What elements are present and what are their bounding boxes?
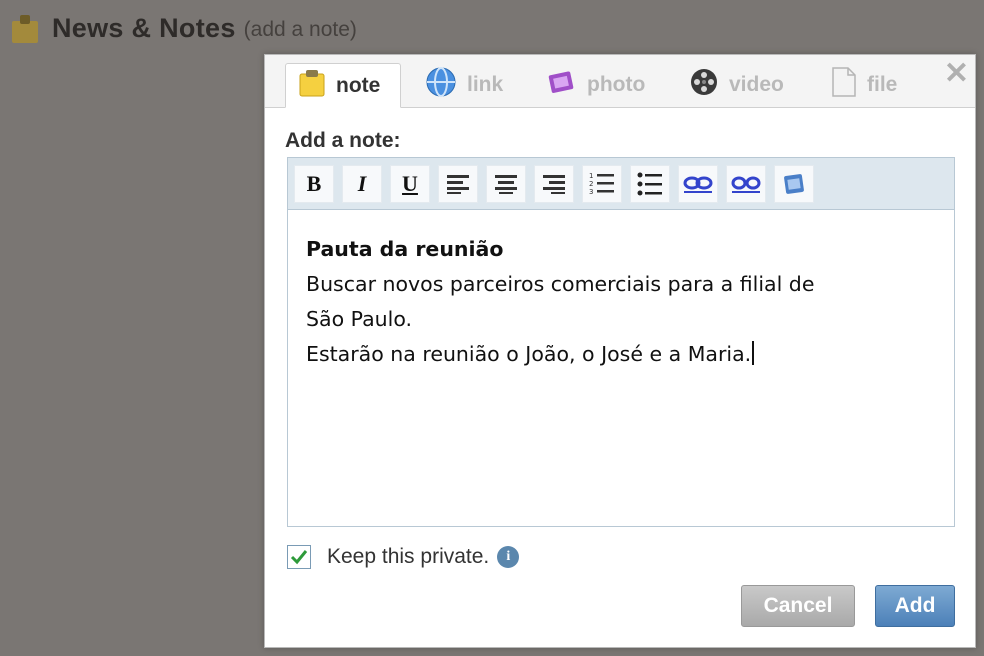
align-left-button[interactable] — [438, 164, 478, 203]
tab-link[interactable]: link — [425, 63, 515, 107]
note-line: Buscar novos parceiros comerciais para a… — [306, 272, 815, 296]
insert-link-button[interactable] — [678, 164, 718, 203]
link-icon — [683, 176, 713, 193]
info-icon[interactable]: i — [497, 546, 520, 568]
italic-button[interactable]: I — [342, 164, 382, 203]
svg-text:1: 1 — [589, 172, 593, 180]
image-icon — [784, 173, 804, 194]
bullet-list-icon — [637, 172, 662, 195]
numbered-list-icon: 123 — [589, 172, 614, 196]
bullet-list-button[interactable] — [630, 164, 670, 203]
document-icon — [831, 66, 857, 104]
keep-private-row: Keep this private. i — [287, 545, 520, 569]
align-center-icon — [495, 174, 517, 194]
svg-text:2: 2 — [589, 180, 593, 188]
cancel-button[interactable]: Cancel — [741, 585, 855, 627]
tab-label: link — [467, 73, 504, 96]
underline-button[interactable]: U — [390, 164, 430, 203]
tab-file[interactable]: file — [831, 63, 921, 107]
tab-photo[interactable]: photo — [547, 63, 657, 107]
tab-label: video — [729, 73, 784, 96]
checkmark-icon — [290, 550, 308, 565]
globe-icon — [425, 66, 457, 104]
ordered-list-button[interactable]: 123 — [582, 164, 622, 203]
close-icon[interactable]: ✕ — [944, 57, 969, 91]
tab-bar: note link photo video file — [265, 55, 975, 108]
add-note-dialog: note link photo video file ✕ Add a note:… — [264, 54, 976, 648]
add-note-link[interactable]: (add a note) — [244, 18, 357, 42]
tab-label: file — [867, 73, 898, 96]
add-button[interactable]: Add — [875, 585, 955, 627]
add-note-label: Add a note: — [285, 129, 401, 152]
align-right-icon — [543, 174, 565, 194]
film-reel-icon — [689, 67, 719, 103]
section-title: News & Notes — [52, 12, 236, 43]
align-left-icon — [447, 174, 469, 194]
note-line-last: Estarão na reunião o João, o José e a Ma… — [306, 337, 936, 372]
keep-private-label: Keep this private. — [327, 545, 490, 568]
note-line: São Paulo. — [306, 307, 413, 331]
note-line: Estarão na reunião o João, o José e a Ma… — [306, 342, 752, 366]
notepad-icon — [298, 68, 326, 104]
remove-link-button[interactable] — [726, 164, 766, 203]
bold-button[interactable]: B — [294, 164, 334, 203]
unlink-icon — [731, 176, 761, 193]
rich-text-editor[interactable]: B I U 123 Pauta da reunião Buscar novos … — [287, 157, 955, 527]
news-notes-header: News & Notes (add a note) — [12, 8, 357, 48]
tab-label: photo — [587, 73, 646, 96]
tab-label: note — [336, 73, 381, 97]
notepad-icon — [12, 13, 38, 43]
photo-icon — [547, 68, 577, 102]
align-right-button[interactable] — [534, 164, 574, 203]
align-center-button[interactable] — [486, 164, 526, 203]
keep-private-checkbox[interactable] — [287, 545, 311, 569]
insert-image-button[interactable] — [774, 164, 814, 203]
editor-content[interactable]: Pauta da reunião Buscar novos parceiros … — [288, 210, 954, 394]
tab-video[interactable]: video — [689, 63, 799, 107]
editor-toolbar: B I U 123 — [288, 158, 954, 210]
note-heading: Pauta da reunião — [306, 237, 504, 261]
tab-note[interactable]: note — [285, 63, 401, 108]
svg-text:3: 3 — [589, 188, 593, 196]
text-cursor — [752, 341, 755, 365]
